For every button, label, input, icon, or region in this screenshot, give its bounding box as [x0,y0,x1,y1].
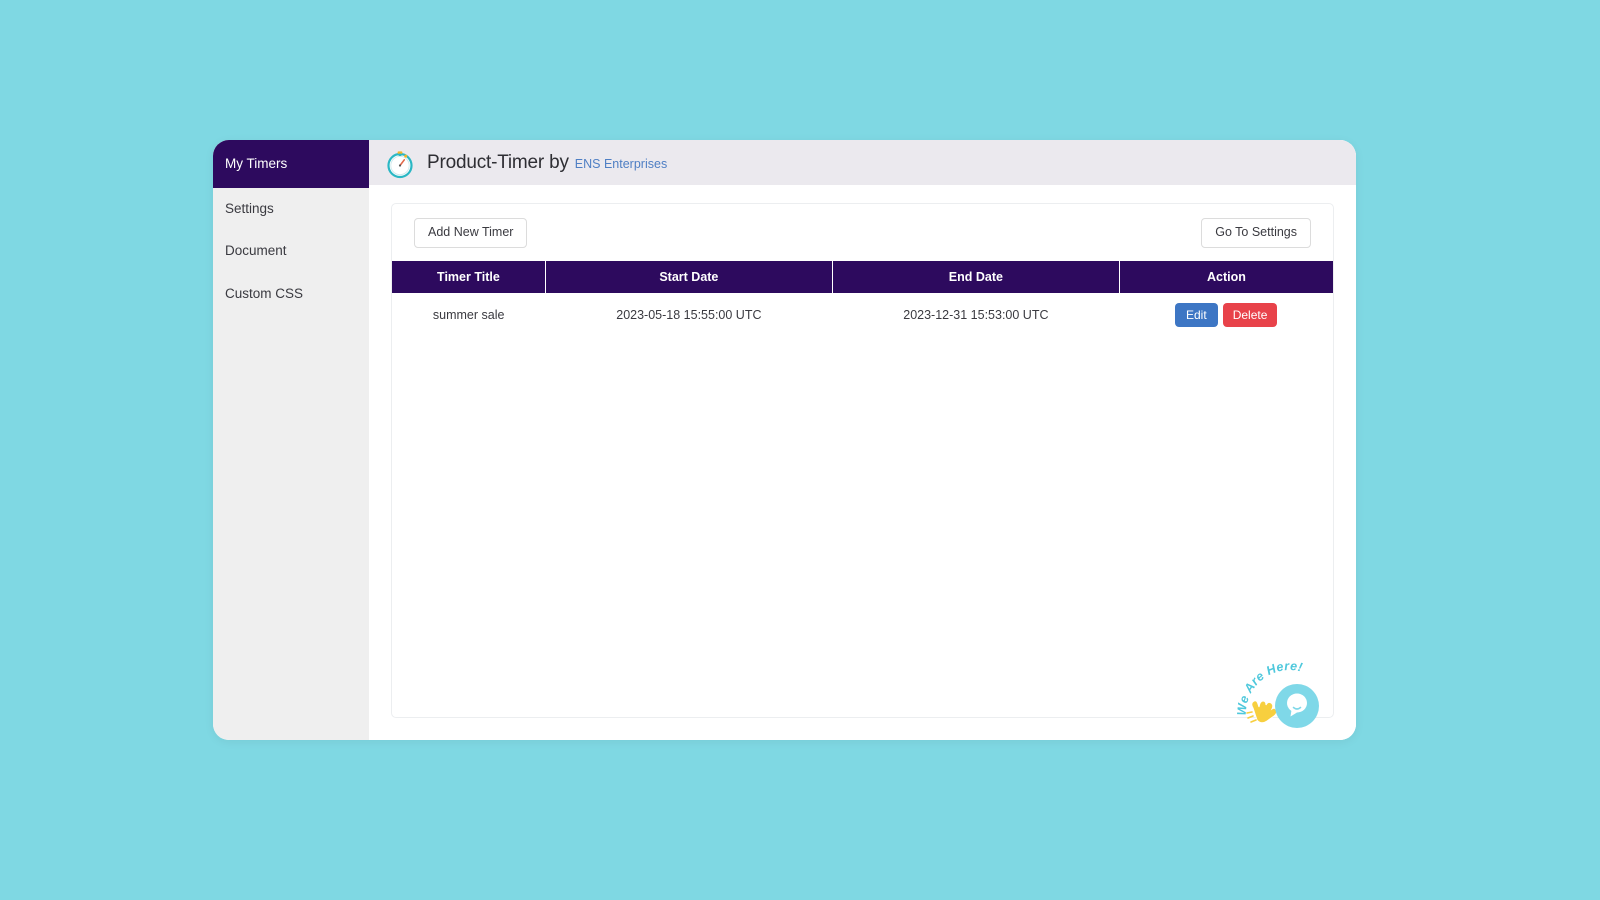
table-body: summer sale 2023-05-18 15:55:00 UTC 2023… [392,293,1333,337]
chat-widget-button[interactable]: We Are Here! [1230,652,1334,730]
toolbar: Add New Timer Go To Settings [392,204,1333,261]
column-header-end-date: End Date [832,260,1120,293]
stopwatch-icon [383,146,417,180]
sidebar-item-label: Settings [225,201,274,217]
main-region: Product-Timer by ENS Enterprises Add New… [369,140,1356,740]
action-button-group: Edit Delete [1123,302,1329,327]
sidebar-item-document[interactable]: Document [213,230,369,272]
table-header: Timer Title Start Date End Date Action [392,260,1333,293]
cell-timer-title: summer sale [432,307,505,322]
app-card: My Timers Settings Document Custom CSS P… [213,140,1356,740]
go-to-settings-button[interactable]: Go To Settings [1201,218,1311,248]
app-header: Product-Timer by ENS Enterprises [369,140,1356,185]
sidebar-item-label: My Timers [225,156,288,171]
sidebar-item-custom-css[interactable]: Custom CSS [213,273,369,315]
content-area: Add New Timer Go To Settings Timer Title… [369,185,1356,740]
brand-link[interactable]: ENS Enterprises [575,157,667,171]
add-new-timer-button[interactable]: Add New Timer [414,218,528,248]
sidebar-item-label: Custom CSS [225,285,304,301]
edit-button[interactable]: Edit [1175,302,1218,327]
cell-action: Edit Delete [1119,293,1333,337]
sidebar-item-my-timers[interactable]: My Timers [213,140,369,189]
table-row: summer sale 2023-05-18 15:55:00 UTC 2023… [392,293,1333,337]
sidebar: My Timers Settings Document Custom CSS [213,140,369,740]
column-header-start-date: Start Date [545,260,833,293]
cell-end-date: 2023-12-31 15:53:00 UTC [903,307,1049,322]
column-header-action: Action [1119,260,1333,293]
sidebar-item-settings[interactable]: Settings [213,188,369,230]
waving-hand-icon [1246,700,1278,724]
delete-button[interactable]: Delete [1222,302,1278,327]
page-title: Product-Timer by [427,151,569,173]
sidebar-item-label: Document [225,243,287,259]
header-title-wrap: Product-Timer by ENS Enterprises [427,152,667,174]
timers-table: Timer Title Start Date End Date Action s… [392,260,1333,337]
timers-panel: Add New Timer Go To Settings Timer Title… [391,203,1334,718]
table-header-row: Timer Title Start Date End Date Action [392,260,1333,293]
cell-start-date: 2023-05-18 15:55:00 UTC [616,307,762,322]
column-header-timer-title: Timer Title [392,260,546,293]
